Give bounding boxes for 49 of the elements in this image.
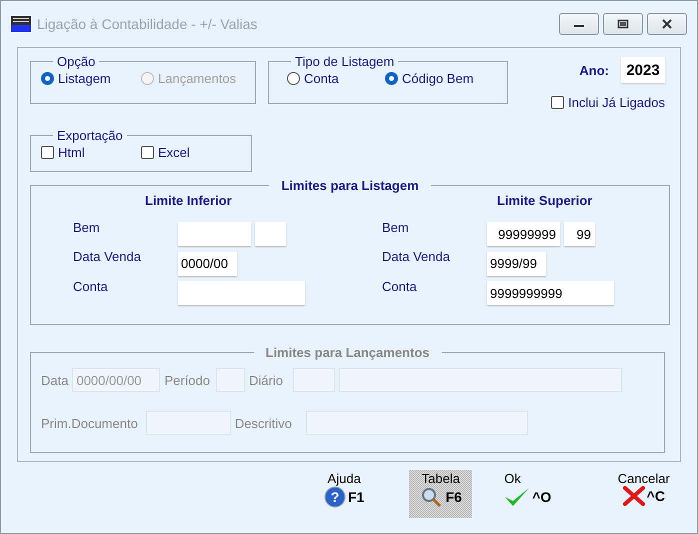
field-label: Descritivo (234, 416, 292, 431)
help-icon: ? (324, 486, 346, 508)
export-checkbox[interactable]: Excel (141, 145, 241, 160)
maximize-button[interactable] (603, 13, 643, 35)
input-field[interactable]: 99999999 (487, 222, 560, 246)
field-label: Bem (73, 220, 101, 235)
input-field[interactable]: 9999999999 (487, 281, 614, 306)
action-button[interactable]: Tabela F6 (409, 470, 472, 518)
export-checkbox[interactable]: Html (41, 145, 141, 160)
input-field[interactable]: 99 (564, 222, 595, 246)
field-label: Bem (382, 220, 410, 235)
input-field[interactable] (255, 222, 286, 246)
search-icon (420, 486, 444, 508)
input-field[interactable]: 0000/00 (178, 252, 237, 276)
radio-option[interactable]: Código Bem (385, 71, 483, 86)
action-button[interactable]: Ok ^O (500, 470, 591, 518)
column-heading: Limite Superior (497, 192, 594, 208)
checkmark-icon (504, 486, 530, 508)
radio-option[interactable]: Listagem (41, 71, 141, 86)
field-label: Data Venda (382, 248, 451, 264)
field-label: Data Venda (73, 248, 142, 264)
include-checkbox[interactable]: Inclui Já Ligados (551, 95, 665, 110)
group-title: Tipo de Listagem (294, 54, 396, 69)
field-label: Conta (73, 278, 109, 294)
action-button[interactable]: Ajuda ? F1 (299, 470, 390, 518)
field-label: Período (164, 372, 210, 388)
close-button[interactable] (647, 13, 687, 35)
field-label: Conta (382, 278, 418, 294)
maximize-icon (617, 19, 629, 29)
column-heading: Limite Inferior (145, 192, 233, 208)
input-field[interactable]: 9999/99 (487, 252, 546, 276)
minimize-button[interactable] (559, 13, 599, 35)
year-field[interactable]: 2023 (621, 57, 665, 83)
group-title: Limites para Lançamentos (264, 345, 430, 360)
group-title: Opção (56, 54, 96, 69)
group-title: Limites para Listagem (280, 178, 420, 193)
window-title: Ligação à Contabilidade - +/- Valias (37, 16, 258, 32)
close-icon (661, 19, 673, 29)
input-field[interactable] (178, 222, 251, 246)
group-title: Exportação (56, 128, 124, 143)
field-label: Diário (249, 372, 283, 388)
radio-option[interactable]: Conta (287, 71, 385, 86)
year-label: Ano: (579, 62, 609, 78)
action-button[interactable]: Cancelar ^C (598, 470, 689, 518)
field-label: Data (41, 372, 68, 388)
app-icon (11, 16, 31, 32)
input-field[interactable] (178, 281, 305, 306)
field-label: Prim.Documento (41, 416, 138, 431)
cross-icon (622, 486, 645, 506)
